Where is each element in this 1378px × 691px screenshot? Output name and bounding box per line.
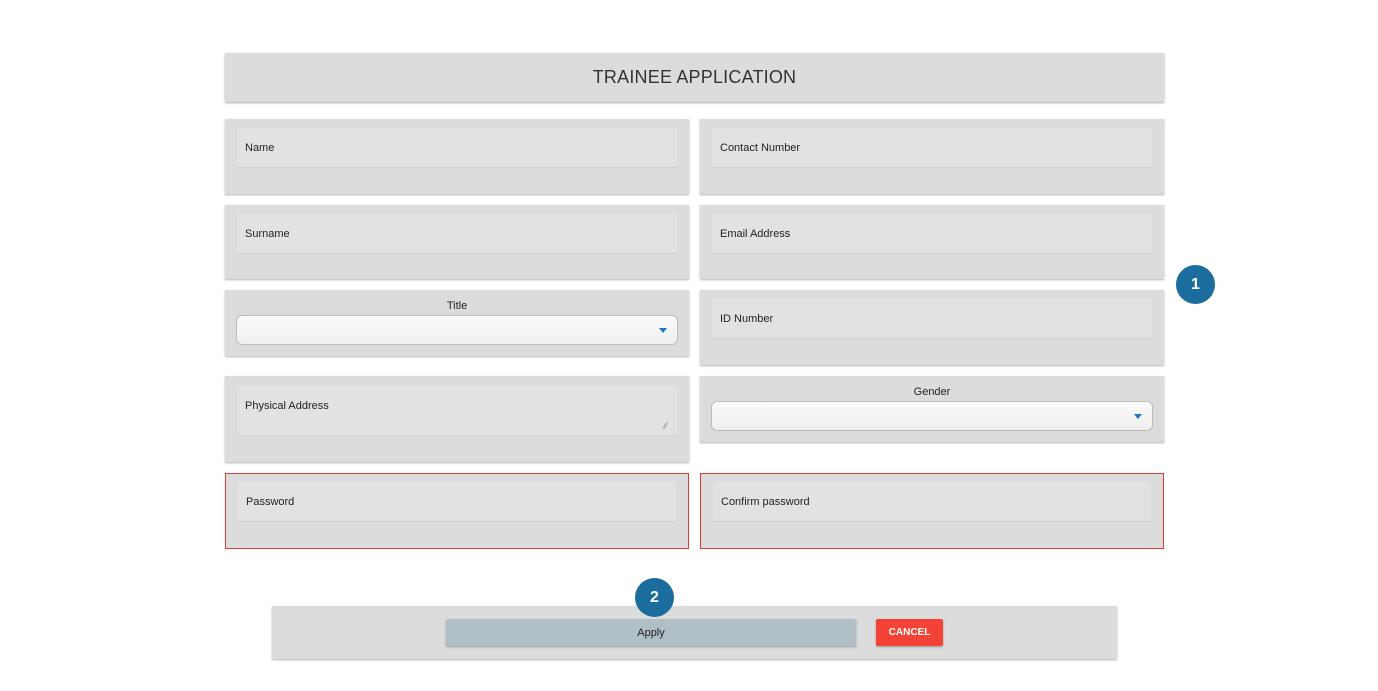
confirm-password-field[interactable]: Confirm password: [713, 482, 1151, 522]
resize-handle-icon[interactable]: ⁄⁄: [664, 422, 671, 431]
title-select[interactable]: [236, 315, 678, 345]
surname-card: Surname: [225, 205, 689, 279]
step-2-badge: 2: [635, 578, 674, 617]
name-field[interactable]: Name: [237, 128, 677, 168]
physical-address-card: Physical Address ⁄⁄: [225, 376, 689, 462]
physical-address-label: Physical Address: [245, 400, 329, 412]
chevron-down-icon: [659, 328, 667, 333]
id-number-card: ID Number: [700, 290, 1164, 365]
gender-label: Gender: [913, 386, 951, 398]
trainee-application-page: TRAINEE APPLICATION Name Contact Number …: [0, 0, 1378, 691]
name-label: Name: [245, 141, 275, 154]
surname-field[interactable]: Surname: [237, 214, 677, 254]
name-card: Name: [225, 119, 689, 194]
gender-card: Gender: [700, 376, 1164, 442]
surname-label: Surname: [245, 227, 290, 240]
email-address-label: Email Address: [720, 227, 791, 240]
id-number-label: ID Number: [720, 312, 774, 325]
contact-number-card: Contact Number: [700, 119, 1164, 194]
title-label: Title: [446, 300, 468, 312]
contact-number-label: Contact Number: [720, 141, 801, 154]
step-1-badge: 1: [1176, 265, 1215, 304]
id-number-field[interactable]: ID Number: [712, 299, 1152, 339]
chevron-down-icon: [1134, 414, 1142, 419]
email-address-card: Email Address: [700, 205, 1164, 279]
action-bar: Apply CANCEL: [272, 606, 1117, 659]
password-card: Password: [225, 473, 689, 549]
password-field[interactable]: Password: [238, 482, 676, 522]
confirm-password-label: Confirm password: [721, 495, 810, 508]
title-card: Title: [225, 290, 689, 356]
physical-address-textarea[interactable]: Physical Address ⁄⁄: [237, 386, 677, 436]
contact-number-field[interactable]: Contact Number: [712, 128, 1152, 168]
confirm-password-card: Confirm password: [700, 473, 1164, 549]
email-address-field[interactable]: Email Address: [712, 214, 1152, 254]
apply-button[interactable]: Apply: [446, 619, 856, 646]
gender-select[interactable]: [711, 401, 1153, 431]
cancel-button[interactable]: CANCEL: [876, 619, 943, 646]
form-title: TRAINEE APPLICATION: [225, 53, 1164, 102]
password-label: Password: [246, 495, 295, 508]
